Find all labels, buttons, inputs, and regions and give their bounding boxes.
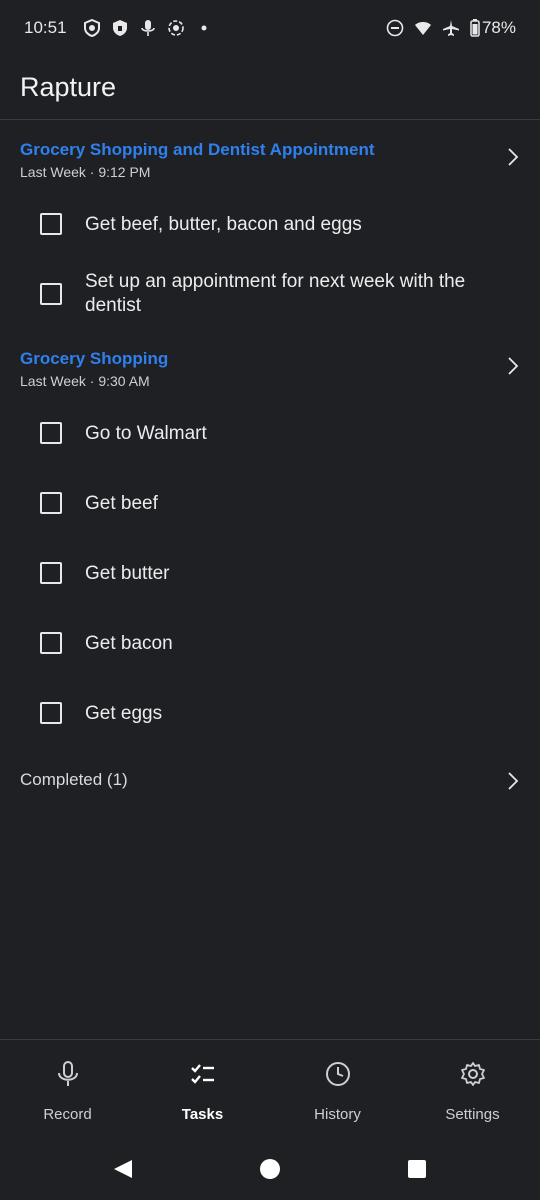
vpn-shield-icon — [83, 19, 101, 37]
bottom-nav: Record Tasks History Settings — [0, 1040, 540, 1140]
task-item[interactable]: Get bacon — [0, 627, 540, 663]
completed-section-toggle[interactable]: Completed (1) — [0, 766, 540, 796]
privacy-shield-icon — [111, 19, 129, 37]
status-time: 10:51 — [24, 18, 67, 37]
task-checkbox[interactable] — [40, 283, 62, 305]
task-group-header[interactable]: Grocery Shopping and Dentist Appointment… — [0, 140, 540, 190]
screen-record-icon — [167, 19, 185, 37]
home-icon[interactable] — [259, 1158, 281, 1180]
chevron-right-icon — [508, 357, 519, 375]
microphone-icon — [54, 1060, 82, 1088]
status-bar: 10:51 78% — [0, 0, 540, 56]
task-group-header[interactable]: Grocery Shopping Last Week · 9:30 AM — [0, 349, 540, 399]
checklist-icon — [189, 1060, 217, 1088]
notification-dot-icon — [195, 19, 213, 37]
nav-label: Tasks — [181, 1106, 224, 1123]
task-label: Get beef, butter, bacon and eggs — [85, 214, 362, 235]
task-checkbox[interactable] — [40, 492, 62, 514]
task-label: Get eggs — [85, 703, 163, 724]
airplane-mode-icon — [442, 19, 460, 37]
microphone-icon — [139, 19, 157, 37]
task-item[interactable]: Get beef — [0, 487, 540, 523]
task-label: Get bacon — [85, 633, 173, 654]
nav-item-history[interactable]: History — [270, 1040, 405, 1140]
do-not-disturb-icon — [386, 19, 404, 37]
group-title: Grocery Shopping — [20, 349, 169, 368]
wifi-icon — [414, 19, 432, 37]
task-item[interactable]: Set up an appointment for next week with… — [0, 270, 540, 322]
nav-item-record[interactable]: Record — [0, 1040, 135, 1140]
task-item[interactable]: Get eggs — [0, 697, 540, 733]
task-checkbox[interactable] — [40, 562, 62, 584]
header-divider — [0, 119, 540, 120]
nav-label: History — [314, 1106, 361, 1123]
task-label: Get butter — [85, 563, 170, 584]
app-title: Rapture — [20, 72, 117, 102]
task-label: Set up an appointment for next week with… — [85, 271, 466, 316]
system-nav-bar — [0, 1140, 540, 1200]
task-item[interactable]: Get butter — [0, 557, 540, 593]
task-checkbox[interactable] — [40, 632, 62, 654]
group-timestamp: Last Week · 9:30 AM — [20, 373, 150, 389]
clock-icon — [324, 1060, 352, 1088]
chevron-right-icon — [508, 772, 519, 790]
recents-icon[interactable] — [406, 1158, 428, 1180]
nav-label: Record — [43, 1106, 92, 1123]
nav-item-tasks[interactable]: Tasks — [135, 1040, 270, 1140]
group-timestamp: Last Week · 9:12 PM — [20, 164, 151, 180]
status-bar-left: 10:51 — [24, 18, 213, 38]
battery-indicator: 78% — [470, 18, 516, 38]
task-item[interactable]: Go to Walmart — [0, 417, 540, 453]
nav-item-settings[interactable]: Settings — [405, 1040, 540, 1140]
task-label: Go to Walmart — [85, 423, 207, 444]
task-item[interactable]: Get beef, butter, bacon and eggs — [0, 208, 540, 244]
status-bar-right: 78% — [386, 18, 516, 38]
battery-icon — [470, 19, 480, 37]
chevron-right-icon — [508, 148, 519, 166]
group-title: Grocery Shopping and Dentist Appointment — [20, 140, 375, 159]
task-checkbox[interactable] — [40, 702, 62, 724]
gear-icon — [459, 1060, 487, 1088]
nav-label: Settings — [445, 1106, 500, 1123]
task-checkbox[interactable] — [40, 422, 62, 444]
task-checkbox[interactable] — [40, 213, 62, 235]
completed-label: Completed (1) — [20, 770, 128, 789]
task-label: Get beef — [85, 493, 158, 514]
battery-percent: 78% — [481, 18, 516, 37]
back-icon[interactable] — [112, 1158, 134, 1180]
